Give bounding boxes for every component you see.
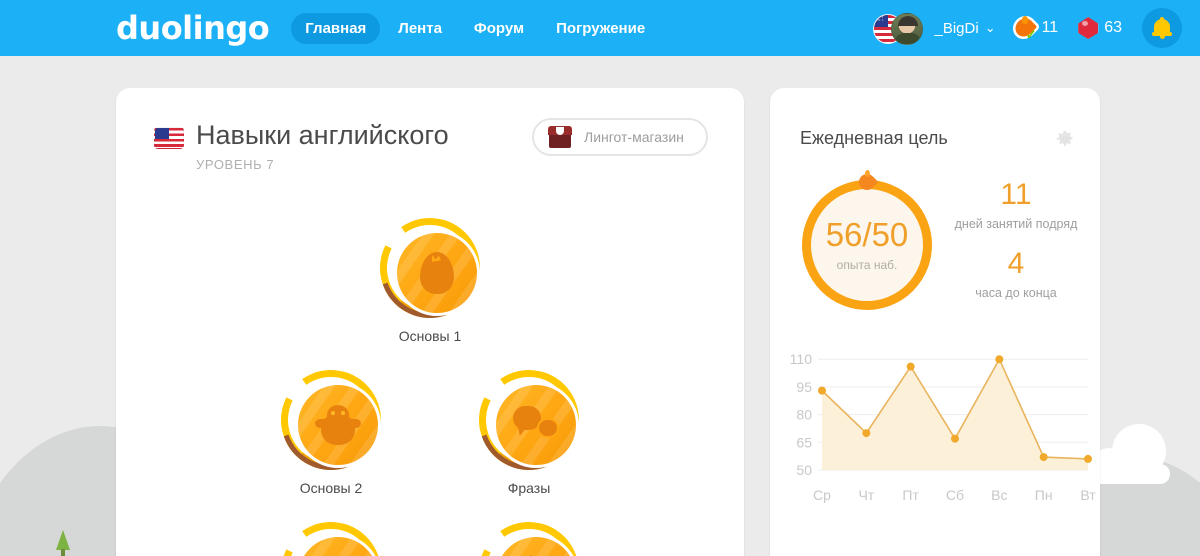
skills-card: Навыки английского УРОВЕНЬ 7 Лингот-мага… xyxy=(116,88,744,556)
flame-icon xyxy=(855,170,879,194)
main-content: Навыки английского УРОВЕНЬ 7 Лингот-мага… xyxy=(0,56,1200,556)
duolingo-logo[interactable]: duolingo xyxy=(116,12,270,44)
chart-point[interactable] xyxy=(951,434,959,443)
chart-point[interactable] xyxy=(906,362,915,371)
skill-food[interactable] xyxy=(264,505,398,556)
header-right-group: _BigDi ⌄ ✓ 11 63 xyxy=(872,8,1182,48)
language-header: Навыки английского УРОВЕНЬ 7 xyxy=(154,120,449,172)
goal-xp-caption: опыта наб. xyxy=(836,258,898,272)
shop-icon xyxy=(548,126,572,148)
skill-animals[interactable]: ·· xyxy=(462,505,596,556)
skill-icon: ·· xyxy=(462,505,596,556)
lingot-counter[interactable]: 63 xyxy=(1078,17,1122,39)
skill-row: ·· xyxy=(116,505,744,556)
x-axis-tick: Чт xyxy=(858,487,874,503)
x-axis-tick: Пт xyxy=(902,487,919,503)
egg-icon xyxy=(420,252,454,294)
streak-counter[interactable]: ✓ 11 xyxy=(1011,14,1059,41)
main-nav: Главная Лента Форум Погружение xyxy=(291,12,659,44)
skill-label: Основы 1 xyxy=(398,328,462,344)
x-axis-tick: Вт xyxy=(1080,487,1096,503)
y-axis-tick: 110 xyxy=(790,351,813,367)
skill-icon xyxy=(264,505,398,556)
nav-item-forum[interactable]: Форум xyxy=(460,13,538,44)
daily-goal-card: Ежедневная цель 56/50 опыта наб. 11 дней… xyxy=(770,88,1100,556)
goal-progress-ring: 56/50 опыта наб. xyxy=(802,170,932,310)
username-label[interactable]: _BigDi xyxy=(935,20,979,37)
speech-bubbles-icon xyxy=(513,406,559,444)
goal-xp-value: 56/50 xyxy=(825,216,909,253)
skill-tree: Основы 1 Основы 2 Фразы xyxy=(116,201,744,556)
top-navigation-bar: duolingo Главная Лента Форум Погружение … xyxy=(0,0,1200,56)
notifications-button[interactable] xyxy=(1142,8,1182,48)
bell-icon xyxy=(1152,17,1172,39)
shop-button-label: Лингот-магазин xyxy=(584,129,684,145)
chevron-down-icon[interactable]: ⌄ xyxy=(985,20,996,36)
chick-icon xyxy=(315,403,361,447)
y-axis-tick: 65 xyxy=(796,434,812,450)
skill-label: Фразы xyxy=(507,480,551,496)
chart-point[interactable] xyxy=(1084,454,1092,463)
nav-item-feed[interactable]: Лента xyxy=(384,13,456,44)
flame-icon: ✓ xyxy=(1011,14,1037,41)
nav-item-immersion[interactable]: Погружение xyxy=(542,13,659,44)
x-axis-tick: Вс xyxy=(991,487,1007,503)
page-title: Навыки английского xyxy=(196,120,449,150)
y-axis-tick: 80 xyxy=(796,407,812,423)
x-axis-tick: Ср xyxy=(813,487,831,503)
goal-title: Ежедневная цель xyxy=(800,128,948,148)
goal-stats: 11 дней занятий подряд 4 часа до конца xyxy=(946,180,1086,302)
hours-left-value: 4 xyxy=(1007,247,1025,281)
skill-icon xyxy=(264,353,398,487)
skill-osnovy-2[interactable]: Основы 2 xyxy=(264,353,398,496)
avatar xyxy=(890,13,923,45)
y-axis-tick: 95 xyxy=(796,379,812,395)
streak-days-label: дней занятий подряд xyxy=(954,217,1078,231)
xp-history-chart: 110 95 80 65 50 Ср Чт Пт Сб Вс Пн Вт xyxy=(770,336,1100,526)
x-axis-tick: Пн xyxy=(1035,487,1053,503)
chart-point[interactable] xyxy=(818,386,826,395)
skill-row: Основы 1 xyxy=(116,201,744,344)
chart-svg: 110 95 80 65 50Ср Чт Пт Сб Вс Пн Вт xyxy=(790,351,1097,503)
skill-icon xyxy=(363,201,497,335)
skill-label: Основы 2 xyxy=(299,480,363,496)
skill-icon xyxy=(462,353,596,487)
chart-point[interactable] xyxy=(995,355,1004,364)
us-flag-icon xyxy=(154,127,184,149)
skill-frazy[interactable]: Фразы xyxy=(462,353,596,496)
streak-value: 11 xyxy=(1041,19,1059,36)
goal-body: 56/50 опыта наб. 11 дней занятий подряд … xyxy=(770,170,1100,320)
x-axis-tick: Сб xyxy=(946,487,964,503)
skill-row: Основы 2 Фразы xyxy=(116,353,744,496)
streak-days-value: 11 xyxy=(1000,178,1032,211)
chart-point[interactable] xyxy=(862,429,871,438)
nav-item-home[interactable]: Главная xyxy=(291,12,381,44)
chart-point[interactable] xyxy=(1039,453,1048,462)
avatar-group[interactable] xyxy=(872,11,929,45)
level-label: УРОВЕНЬ 7 xyxy=(196,157,275,173)
shop-button[interactable]: Лингот-магазин xyxy=(532,118,708,156)
y-axis-tick: 50 xyxy=(796,462,812,478)
gem-icon xyxy=(1078,17,1099,39)
hours-left-label: часа до конца xyxy=(975,286,1057,301)
skill-osnovy-1[interactable]: Основы 1 xyxy=(363,201,497,344)
lingot-value: 63 xyxy=(1104,19,1122,36)
gear-icon[interactable] xyxy=(1056,130,1074,148)
